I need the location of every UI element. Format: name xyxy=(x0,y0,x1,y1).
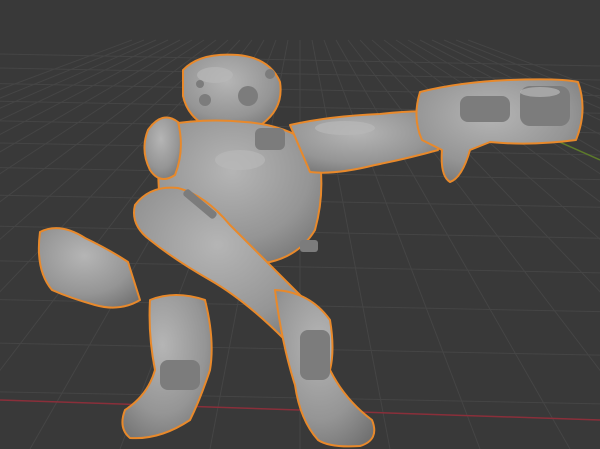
selected-mesh-soldier[interactable] xyxy=(37,53,584,448)
mesh-backpack xyxy=(143,116,182,180)
viewport-canvas[interactable] xyxy=(0,0,600,449)
3d-viewport[interactable] xyxy=(0,0,600,449)
mesh-head xyxy=(182,53,282,132)
mesh-arm-left xyxy=(37,227,141,309)
